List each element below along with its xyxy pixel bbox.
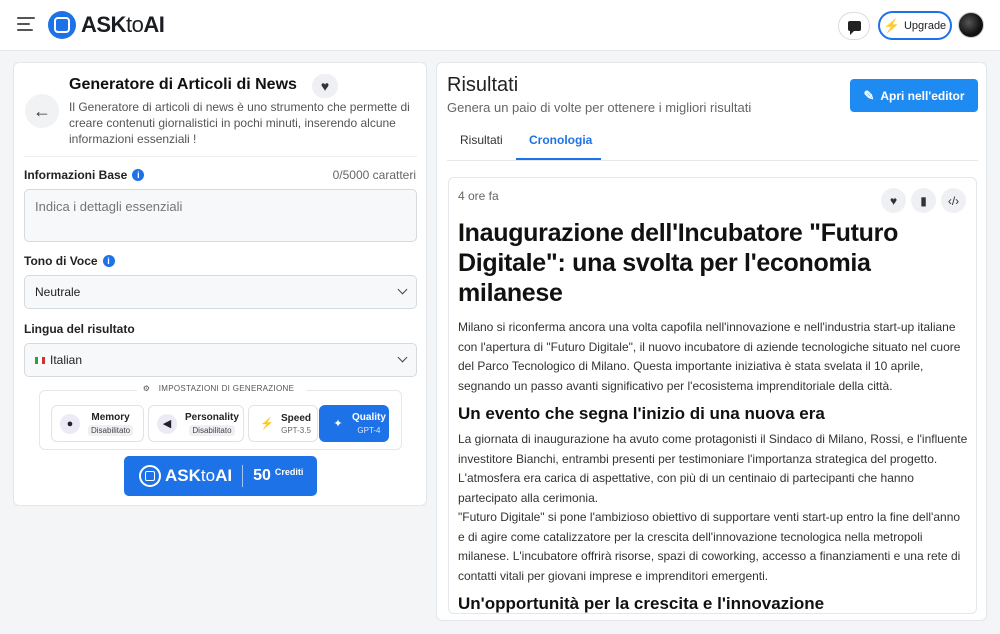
generator-title: Generatore di Articoli di News	[69, 76, 297, 93]
base-info-input[interactable]	[24, 189, 417, 242]
chat-button[interactable]	[838, 12, 870, 40]
upgrade-label: Upgrade	[903, 19, 947, 32]
logo-icon	[48, 11, 76, 39]
open-editor-label: Apri nell'editor	[880, 88, 965, 103]
card-actions: ♥ ▮ ‹/›	[876, 188, 966, 213]
pencil-icon: ✎	[863, 87, 875, 103]
option-name: Quality	[352, 411, 386, 423]
article-paragraph: Milano si riconferma ancora una volta ca…	[458, 320, 961, 393]
article: Inaugurazione dell'Incubatore "Futuro Di…	[458, 218, 970, 613]
logo-text: ASKtoAI	[81, 12, 165, 37]
arrow-left-icon: ←	[33, 100, 51, 121]
option-name: Personality	[185, 411, 239, 423]
quality-option[interactable]: ✦ Quality GPT-4	[319, 405, 389, 442]
credit-amount: 50	[253, 467, 271, 484]
results-title: Risultati	[447, 74, 519, 96]
chevron-down-icon	[397, 352, 408, 363]
open-editor-button[interactable]: ✎ Apri nell'editor	[850, 79, 978, 112]
generator-panel: ← Generatore di Articoli di News ♥ Il Ge…	[13, 62, 427, 506]
tone-label: Tono di Voce i	[24, 254, 115, 268]
chat-bubble-icon	[847, 21, 861, 35]
generator-description: Il Generatore di articoli di news è uno …	[69, 100, 410, 146]
code-icon[interactable]: ‹/›	[941, 188, 966, 213]
results-panel: Risultati Genera un paio di volte per ot…	[436, 62, 987, 621]
memory-option[interactable]: ● Memory Disabilitato	[51, 405, 144, 442]
upgrade-button[interactable]: ⚡ Upgrade	[878, 11, 952, 40]
info-icon[interactable]: i	[102, 255, 115, 267]
article-heading: Inaugurazione dell'Incubatore "Futuro Di…	[458, 219, 899, 307]
megaphone-icon: ◀	[157, 413, 177, 434]
logo-icon	[139, 465, 161, 487]
option-status: GPT-3.5	[281, 425, 311, 435]
back-button[interactable]: ←	[25, 94, 59, 128]
favorite-button[interactable]: ♥	[312, 74, 338, 98]
logo[interactable]: ASKtoAI	[48, 11, 165, 39]
article-paragraph: La giornata di inaugurazione ha avuto co…	[458, 432, 968, 505]
char-count: 0/5000 caratteri	[332, 168, 416, 182]
timestamp: 4 ore fa	[458, 189, 499, 203]
avatar[interactable]	[958, 12, 984, 38]
speed-option[interactable]: ⚡ Speed GPT-3.5	[248, 405, 318, 442]
article-subheading: Un evento che segna l'inizio di una nuov…	[458, 404, 825, 423]
brain-icon: ●	[60, 413, 80, 434]
top-bar: ASKtoAI ⚡ Upgrade	[0, 0, 1000, 51]
tab-cronologia[interactable]: Cronologia	[529, 133, 592, 147]
article-paragraph: "Futuro Digitale" si pone l'ambizioso ob…	[458, 510, 961, 583]
separator	[242, 465, 244, 487]
chevron-down-icon	[397, 284, 408, 295]
tab-risultati[interactable]: Risultati	[460, 133, 503, 147]
language-select[interactable]: Italian	[24, 343, 417, 377]
bolt-icon: ⚡	[260, 418, 274, 430]
language-label: Lingua del risultato	[24, 322, 135, 336]
tone-select[interactable]: Neutrale	[24, 275, 417, 309]
divider	[24, 156, 417, 157]
option-status: GPT-4	[357, 425, 381, 435]
generation-settings-label: ⚙ IMPOSTAZIONI DI GENERAZIONE	[40, 384, 403, 393]
italy-flag-icon	[35, 356, 45, 364]
result-card: 4 ore fa ♥ ▮ ‹/› Inaugurazione dell'Incu…	[448, 177, 977, 614]
language-value: Italian	[50, 353, 83, 367]
clipboard-icon[interactable]: ▮	[911, 188, 936, 213]
sparkle-icon: ✦	[333, 418, 343, 430]
option-name: Speed	[281, 412, 312, 424]
button-brand: ASKtoAI	[165, 466, 233, 485]
heart-icon[interactable]: ♥	[881, 188, 906, 213]
option-name: Memory	[91, 411, 130, 423]
info-icon[interactable]: i	[132, 169, 145, 181]
menu-icon[interactable]	[17, 17, 35, 31]
active-tab-indicator	[516, 158, 601, 160]
results-tabs: Risultati Cronologia	[447, 123, 978, 161]
article-subheading: Un'opportunità per la crescita e l'innov…	[458, 594, 825, 613]
tone-value: Neutrale	[35, 285, 81, 299]
generate-button[interactable]: ASKtoAI 50 Crediti	[124, 456, 317, 496]
credit-unit: Crediti	[274, 467, 304, 477]
results-subtitle: Genera un paio di volte per ottenere i m…	[447, 100, 752, 115]
personality-option[interactable]: ◀ Personality Disabilitato	[148, 405, 244, 442]
option-status: Disabilitato	[189, 424, 235, 436]
heart-icon: ♥	[320, 78, 330, 94]
bolt-icon: ⚡	[883, 17, 900, 33]
base-info-label: Informazioni Base i	[24, 168, 145, 182]
option-status: Disabilitato	[88, 424, 134, 436]
